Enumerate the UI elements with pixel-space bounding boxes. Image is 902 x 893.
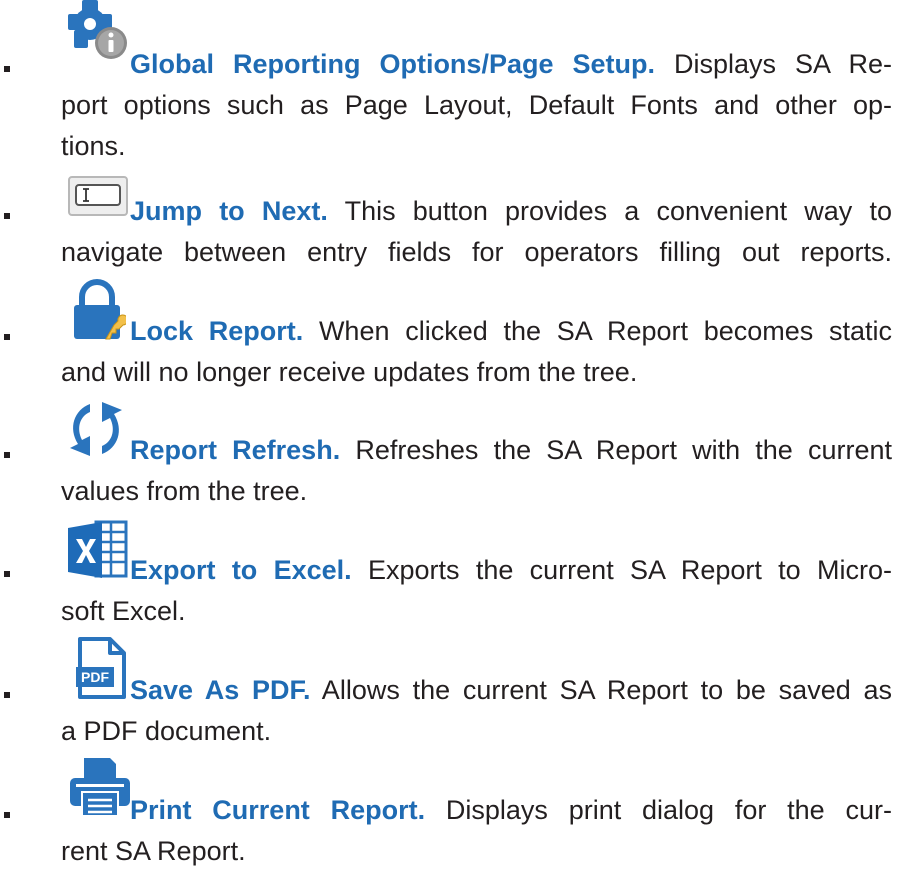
bullet xyxy=(4,571,10,577)
item-description: Save As PDF. Allows the current SA Repor… xyxy=(61,675,892,746)
item-title: Jump to Next. xyxy=(130,196,328,226)
item-description: Print Current Report. Displays print dia… xyxy=(61,795,892,866)
item-title: Lock Report. xyxy=(130,316,304,346)
item-description: Jump to Next. This button provides a con… xyxy=(61,196,892,267)
bullet xyxy=(4,452,10,458)
bullet xyxy=(4,334,10,340)
item-title: Global Reporting Options/Page Setup. xyxy=(130,49,655,79)
item-title: Export to Excel. xyxy=(130,555,352,585)
item-description: Report Refresh. Refreshes the SA Report … xyxy=(61,435,893,506)
item-description: Global Reporting Options/Page Setup. Dis… xyxy=(61,49,892,161)
item-title: Report Refresh. xyxy=(130,435,341,465)
item-description: Export to Excel. Exports the current SA … xyxy=(61,555,892,626)
item-title: Print Current Report. xyxy=(130,795,426,825)
bullet xyxy=(4,66,10,72)
item-description: Lock Report. When clicked the SA Report … xyxy=(61,316,892,387)
bullet xyxy=(4,812,10,818)
bullet xyxy=(4,213,10,219)
item-title: Save As PDF. xyxy=(130,675,311,705)
bullet xyxy=(4,692,10,698)
